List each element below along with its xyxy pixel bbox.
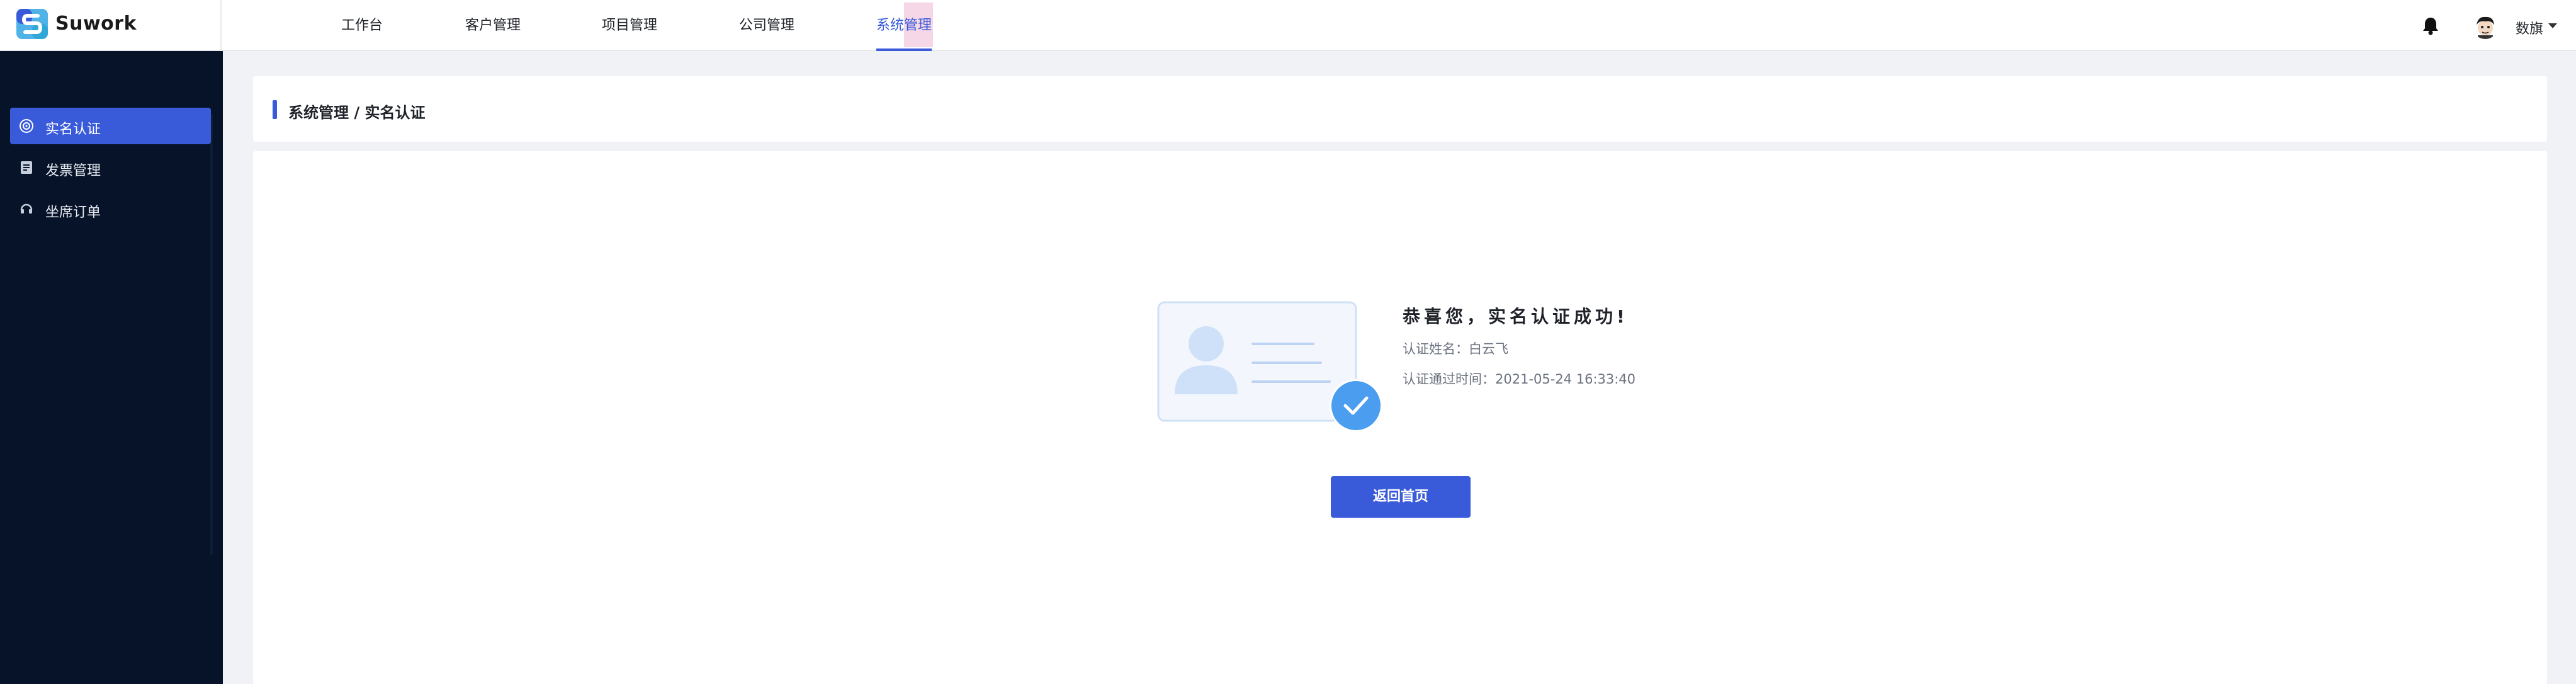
- seat-order-icon: [20, 203, 33, 214]
- logo-icon: [16, 9, 48, 39]
- top-header: Suwork 工作台 客户管理 项目管理 公司管理 系统管理 数旗: [0, 0, 2576, 51]
- breadcrumb: 系统管理 / 实名认证: [288, 104, 426, 122]
- sidebar-item-seat-order[interactable]: 坐席订单: [10, 191, 211, 227]
- verify-icon: [20, 119, 33, 133]
- nav-item-company[interactable]: 公司管理: [739, 0, 794, 51]
- sidebar-item-label: 实名认证: [45, 122, 101, 137]
- avatar[interactable]: [2473, 14, 2498, 39]
- verified-name: 认证姓名：白云飞: [1403, 341, 1508, 356]
- content-card: 恭喜您，实名认证成功! 认证姓名：白云飞 认证通过时间：2021-05-24 1…: [253, 151, 2547, 684]
- nav-item-workbench[interactable]: 工作台: [341, 0, 383, 51]
- back-home-button[interactable]: 返回首页: [1331, 476, 1471, 518]
- nav-item-projects[interactable]: 项目管理: [602, 0, 657, 51]
- sidebar: 实名认证 发票管理 坐席订单: [0, 51, 223, 684]
- id-card-illustration: [1157, 301, 1382, 432]
- nav-item-system[interactable]: 系统管理: [876, 0, 932, 51]
- nav-item-customers[interactable]: 客户管理: [465, 0, 521, 51]
- page-scroll-track[interactable]: [2562, 51, 2576, 684]
- verified-time: 认证通过时间：2021-05-24 16:33:40: [1403, 372, 1636, 387]
- sidebar-item-label: 发票管理: [45, 163, 101, 179]
- sidebar-item-verify[interactable]: 实名认证: [10, 108, 211, 144]
- app-name: Suwork: [55, 13, 137, 35]
- user-name[interactable]: 数旗: [2516, 18, 2543, 38]
- breadcrumb-accent: [273, 100, 277, 119]
- success-title: 恭喜您，实名认证成功!: [1403, 306, 1629, 327]
- sidebar-item-invoice[interactable]: 发票管理: [10, 149, 211, 186]
- bell-icon[interactable]: [2422, 16, 2439, 35]
- sidebar-item-label: 坐席订单: [45, 205, 101, 220]
- logo-area[interactable]: Suwork: [0, 0, 222, 51]
- invoice-icon: [21, 161, 32, 174]
- caret-down-icon[interactable]: [2548, 23, 2557, 28]
- breadcrumb-card: 系统管理 / 实名认证: [253, 76, 2547, 142]
